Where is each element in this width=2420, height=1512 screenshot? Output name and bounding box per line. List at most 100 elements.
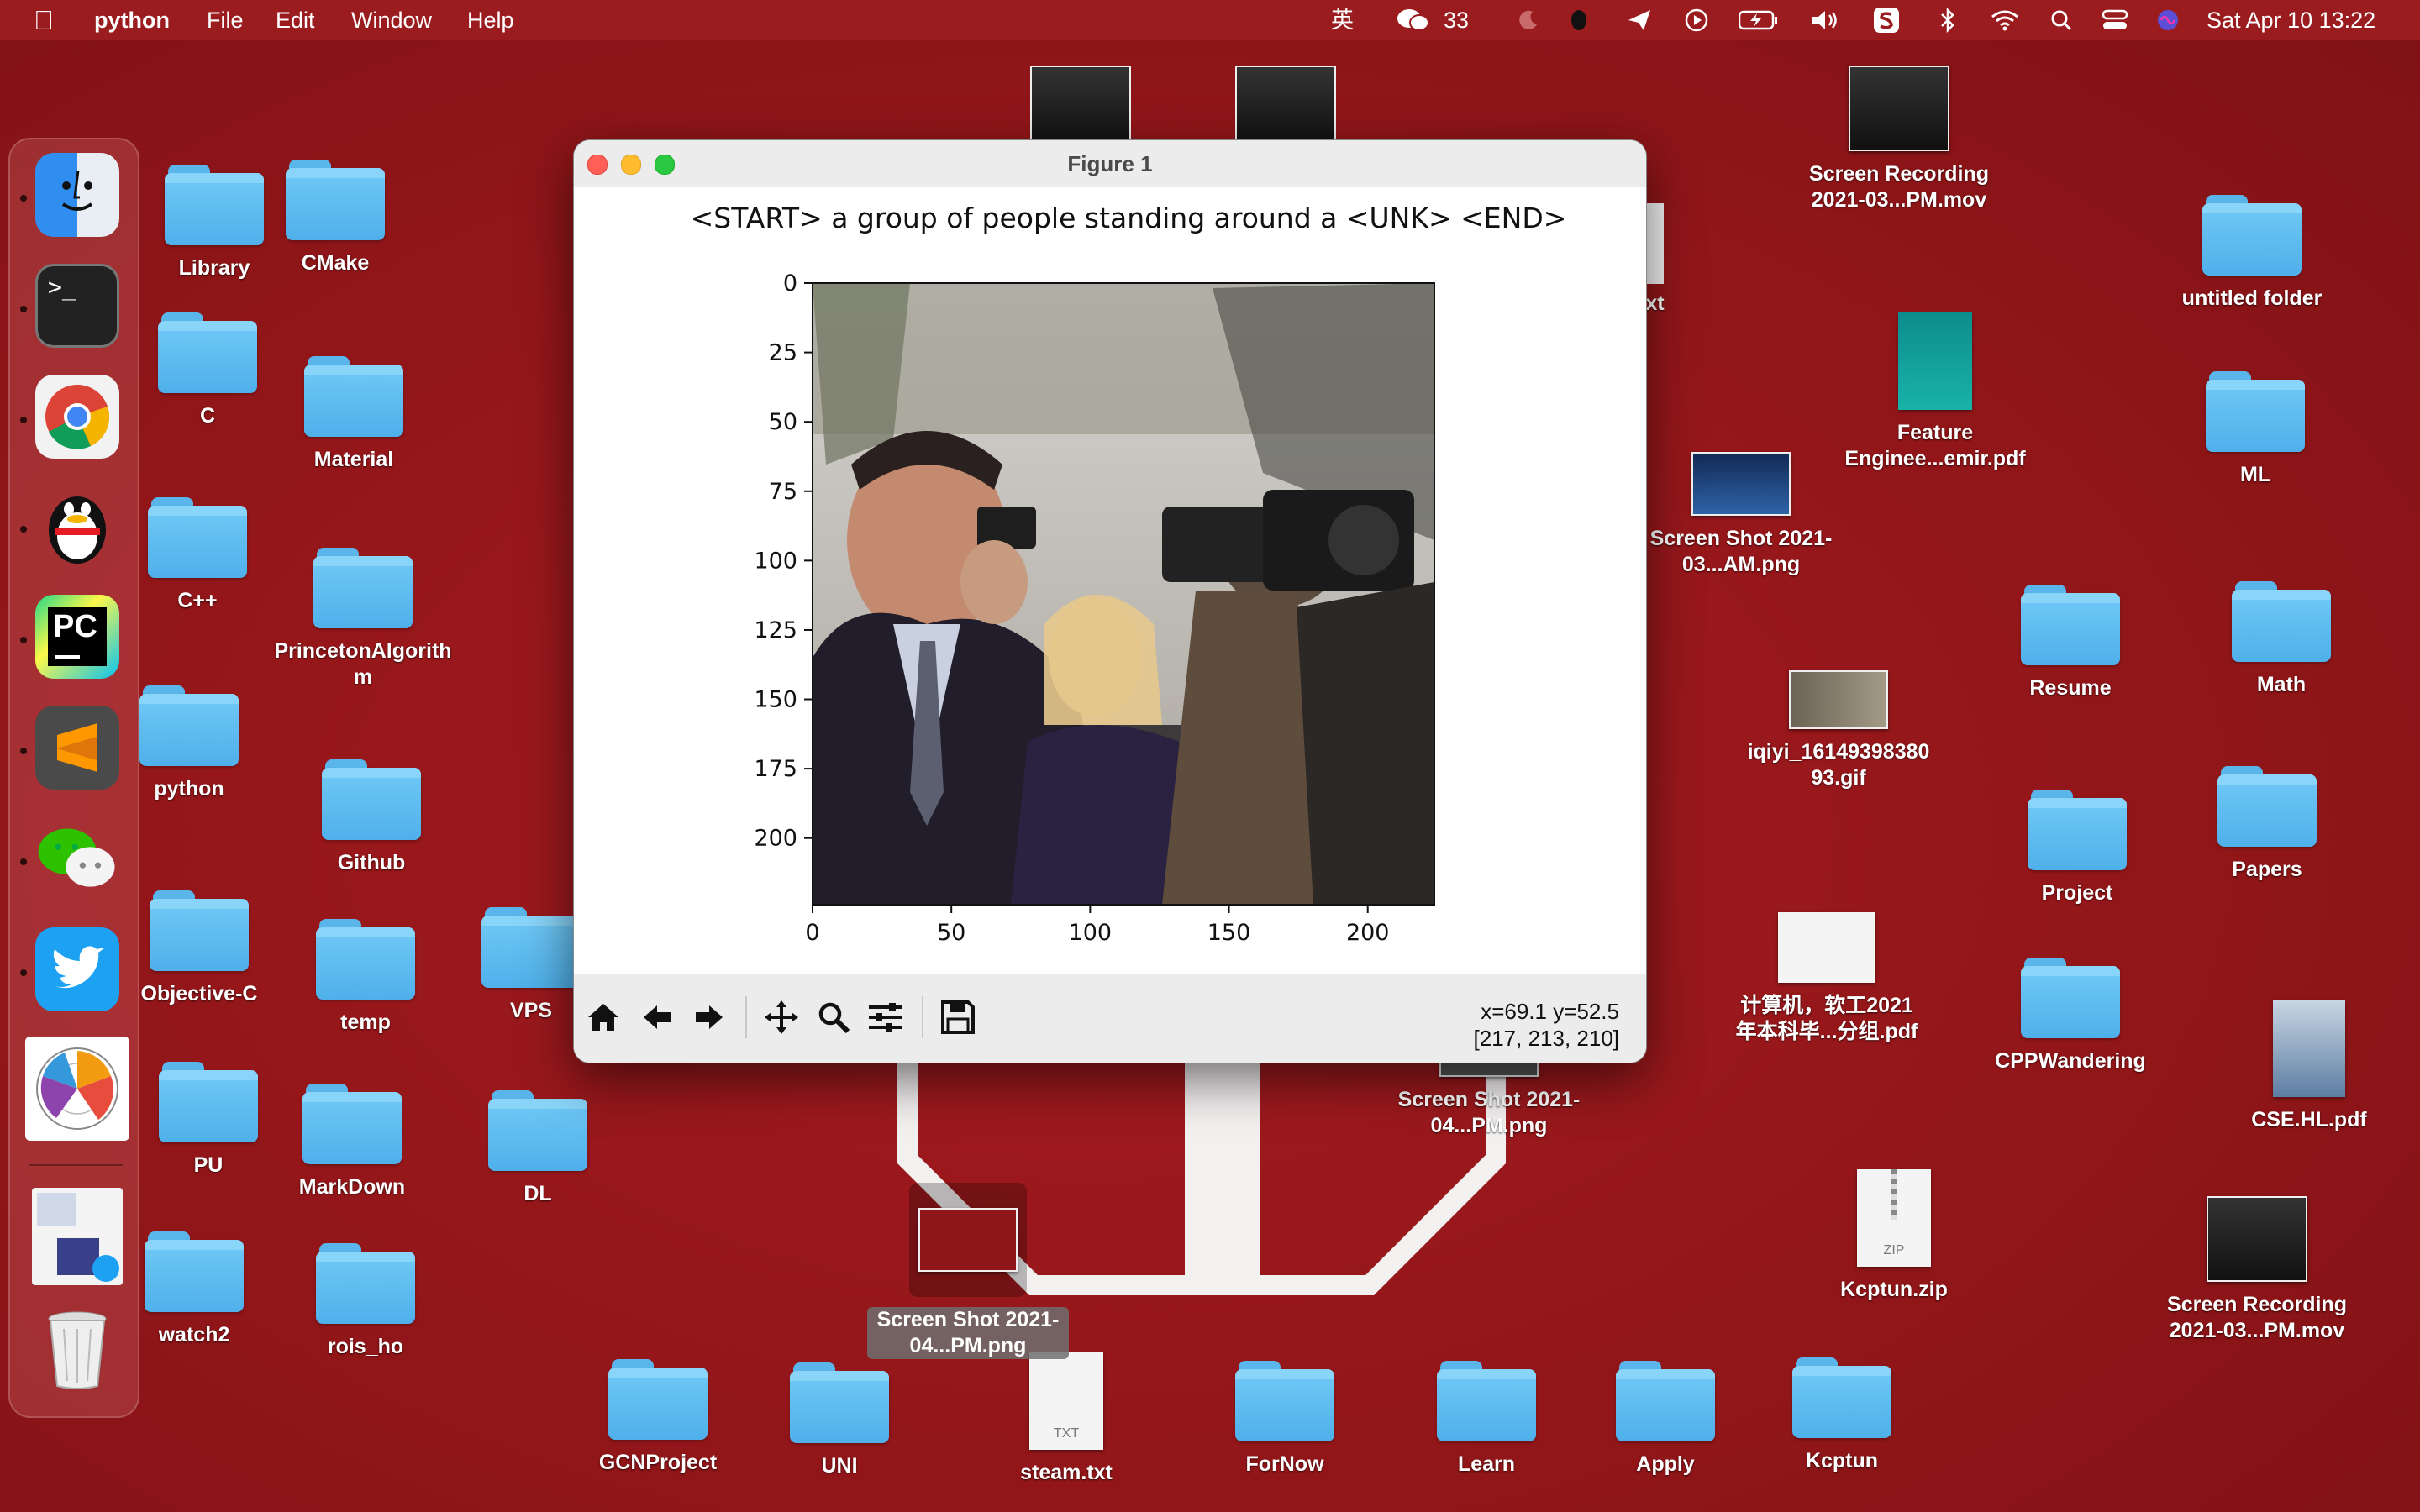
- desktop-folder[interactable]: ML: [2154, 371, 2356, 488]
- scrobble-icon[interactable]: [1872, 8, 1901, 33]
- y-tick-label: 125: [754, 617, 797, 643]
- desktop-folder[interactable]: Github: [271, 759, 472, 876]
- desktop-folder[interactable]: python: [88, 685, 290, 802]
- siri-icon[interactable]: [2154, 8, 2181, 32]
- desktop-folder[interactable]: CPPWandering: [1970, 958, 2171, 1074]
- folder-icon: [148, 497, 247, 578]
- desktop-file-video[interactable]: Screen Recording 2021-03...PM.mov: [1798, 66, 2000, 213]
- folder-icon: [1235, 1361, 1334, 1441]
- desktop-file-zip[interactable]: ZIP Kcptun.zip: [1793, 1169, 1995, 1303]
- desktop-folder[interactable]: Learn: [1386, 1361, 1587, 1478]
- pan-icon[interactable]: [757, 993, 806, 1042]
- menu-window[interactable]: Window: [351, 0, 432, 40]
- y-tick-label: 200: [754, 826, 797, 852]
- folder-icon: [2206, 371, 2305, 452]
- y-tick-label: 25: [769, 340, 797, 366]
- folder-icon: [150, 890, 249, 971]
- battery-icon[interactable]: [1738, 8, 1780, 32]
- save-icon[interactable]: [934, 993, 982, 1042]
- y-axis: 0 25 50 75 100 125 150 175 200: [754, 270, 813, 852]
- desktop-file-pdf[interactable]: 计算机，软工2021年本科毕...分组.pdf: [1726, 912, 1928, 1045]
- menu-edit[interactable]: Edit: [276, 0, 315, 40]
- folder-icon: [316, 1243, 415, 1324]
- running-indicator: [20, 637, 27, 643]
- folder-icon: [488, 1090, 587, 1171]
- desktop-folder[interactable]: Papers: [2166, 766, 2368, 883]
- play-circle-icon[interactable]: [1684, 8, 1709, 32]
- video-thumbnail[interactable]: [1030, 66, 1131, 144]
- desktop-folder[interactable]: MarkDown: [251, 1084, 453, 1200]
- window-title: Figure 1: [1067, 151, 1153, 176]
- desktop-folder[interactable]: DL: [437, 1090, 639, 1207]
- desktop-icon-label: 计算机，软工2021年本科毕...分组.pdf: [1735, 994, 1918, 1043]
- input-method-indicator[interactable]: 英: [1331, 0, 1354, 40]
- menu-bar:  python File Edit Window Help 英 33 Sat: [0, 0, 2420, 40]
- zoom-icon[interactable]: [809, 993, 858, 1042]
- desktop-icon-label: Apply: [1636, 1452, 1695, 1476]
- finder-icon[interactable]: [35, 153, 119, 237]
- running-indicator: [20, 526, 27, 533]
- window-titlebar[interactable]: Figure 1: [574, 140, 1646, 188]
- moon-icon[interactable]: [1516, 8, 1541, 32]
- x-tick-label: 50: [937, 920, 965, 946]
- desktop-icon-label: python: [154, 777, 224, 801]
- desktop-file-image[interactable]: Screen Shot 2021-03...AM.png: [1640, 452, 1842, 578]
- video-thumbnail[interactable]: [1235, 66, 1336, 144]
- volume-icon[interactable]: [1808, 8, 1842, 32]
- desktop-icon-label: Screen Recording 2021-03...PM.mov: [2167, 1293, 2347, 1342]
- forward-arrow-icon[interactable]: [685, 993, 734, 1042]
- desktop-folder[interactable]: PrincetonAlgorithm: [262, 548, 464, 690]
- desktop-file-video[interactable]: Screen Recording 2021-03...PM.mov: [2156, 1196, 2358, 1344]
- menu-clock[interactable]: Sat Apr 10 13:22: [2207, 0, 2375, 40]
- y-tick-label: 100: [754, 548, 797, 574]
- menu-help[interactable]: Help: [467, 0, 514, 40]
- app-name-menu[interactable]: python: [94, 0, 170, 40]
- back-arrow-icon[interactable]: [633, 993, 681, 1042]
- video-thumbnail: [1849, 66, 1949, 151]
- desktop-folder[interactable]: Project: [1976, 790, 2178, 906]
- desktop-folder[interactable]: untitled folder: [2151, 195, 2353, 312]
- menu-file[interactable]: File: [207, 0, 244, 40]
- desktop-icon-label: Github: [337, 851, 406, 874]
- folder-icon: [322, 759, 421, 840]
- desktop-folder[interactable]: Apply: [1565, 1361, 1766, 1478]
- pdf-thumbnail: [1898, 312, 1972, 410]
- folder-icon: [2217, 766, 2317, 847]
- folder-icon: [286, 160, 385, 240]
- desktop-folder[interactable]: CMake: [234, 160, 436, 276]
- home-icon[interactable]: [579, 993, 628, 1042]
- plot-title: <START> a group of people standing aroun…: [691, 202, 1567, 234]
- wechat-status-icon[interactable]: [1395, 8, 1432, 32]
- configure-subplots-icon[interactable]: [861, 993, 910, 1042]
- control-center-icon[interactable]: [2101, 8, 2129, 32]
- desktop-folder[interactable]: rois_ho: [265, 1243, 466, 1360]
- desktop-folder[interactable]: Math: [2181, 581, 2382, 698]
- desktop-icon-label: untitled folder: [2181, 286, 2323, 310]
- folder-icon: [313, 548, 413, 628]
- desktop-file-pdf[interactable]: CSE.HL.pdf: [2208, 1000, 2410, 1133]
- wifi-icon[interactable]: [1990, 8, 2020, 32]
- desktop-folder[interactable]: UNI: [739, 1362, 940, 1479]
- wechat-icon[interactable]: [35, 816, 119, 900]
- desktop-folder[interactable]: Resume: [1970, 585, 2171, 701]
- matplotlib-figure-window[interactable]: Figure 1 <START> a group of people stand…: [573, 139, 1647, 1063]
- desktop-folder[interactable]: Kcptun: [1741, 1357, 1943, 1474]
- desktop-file-image[interactable]: iqiyi_1614939838093.gif: [1738, 670, 1939, 791]
- plot-canvas[interactable]: <START> a group of people standing aroun…: [574, 187, 1646, 974]
- desktop-file-pdf[interactable]: Feature Enginee...emir.pdf: [1834, 312, 2036, 472]
- desktop-folder[interactable]: Material: [253, 356, 455, 473]
- folder-icon: [1437, 1361, 1536, 1441]
- desktop-folder[interactable]: ForNow: [1184, 1361, 1386, 1478]
- qq-status-icon[interactable]: [1566, 8, 1591, 32]
- desktop-file-image-selected[interactable]: Screen Shot 2021-04...PM.png: [867, 1183, 1069, 1359]
- folder-icon: [1616, 1361, 1715, 1441]
- spotlight-search-icon[interactable]: [2049, 8, 2074, 32]
- y-tick-label: 175: [754, 756, 797, 782]
- x-tick-label: 100: [1069, 920, 1113, 946]
- apple-menu-icon[interactable]: : [34, 0, 54, 40]
- desktop-folder[interactable]: GCNProject: [557, 1359, 759, 1476]
- toolbar-separator: [922, 996, 923, 1038]
- desktop-file-txt[interactable]: TXT steam.txt: [965, 1352, 1167, 1486]
- paper-plane-icon[interactable]: [1625, 8, 1654, 32]
- bluetooth-icon[interactable]: [1938, 8, 1958, 33]
